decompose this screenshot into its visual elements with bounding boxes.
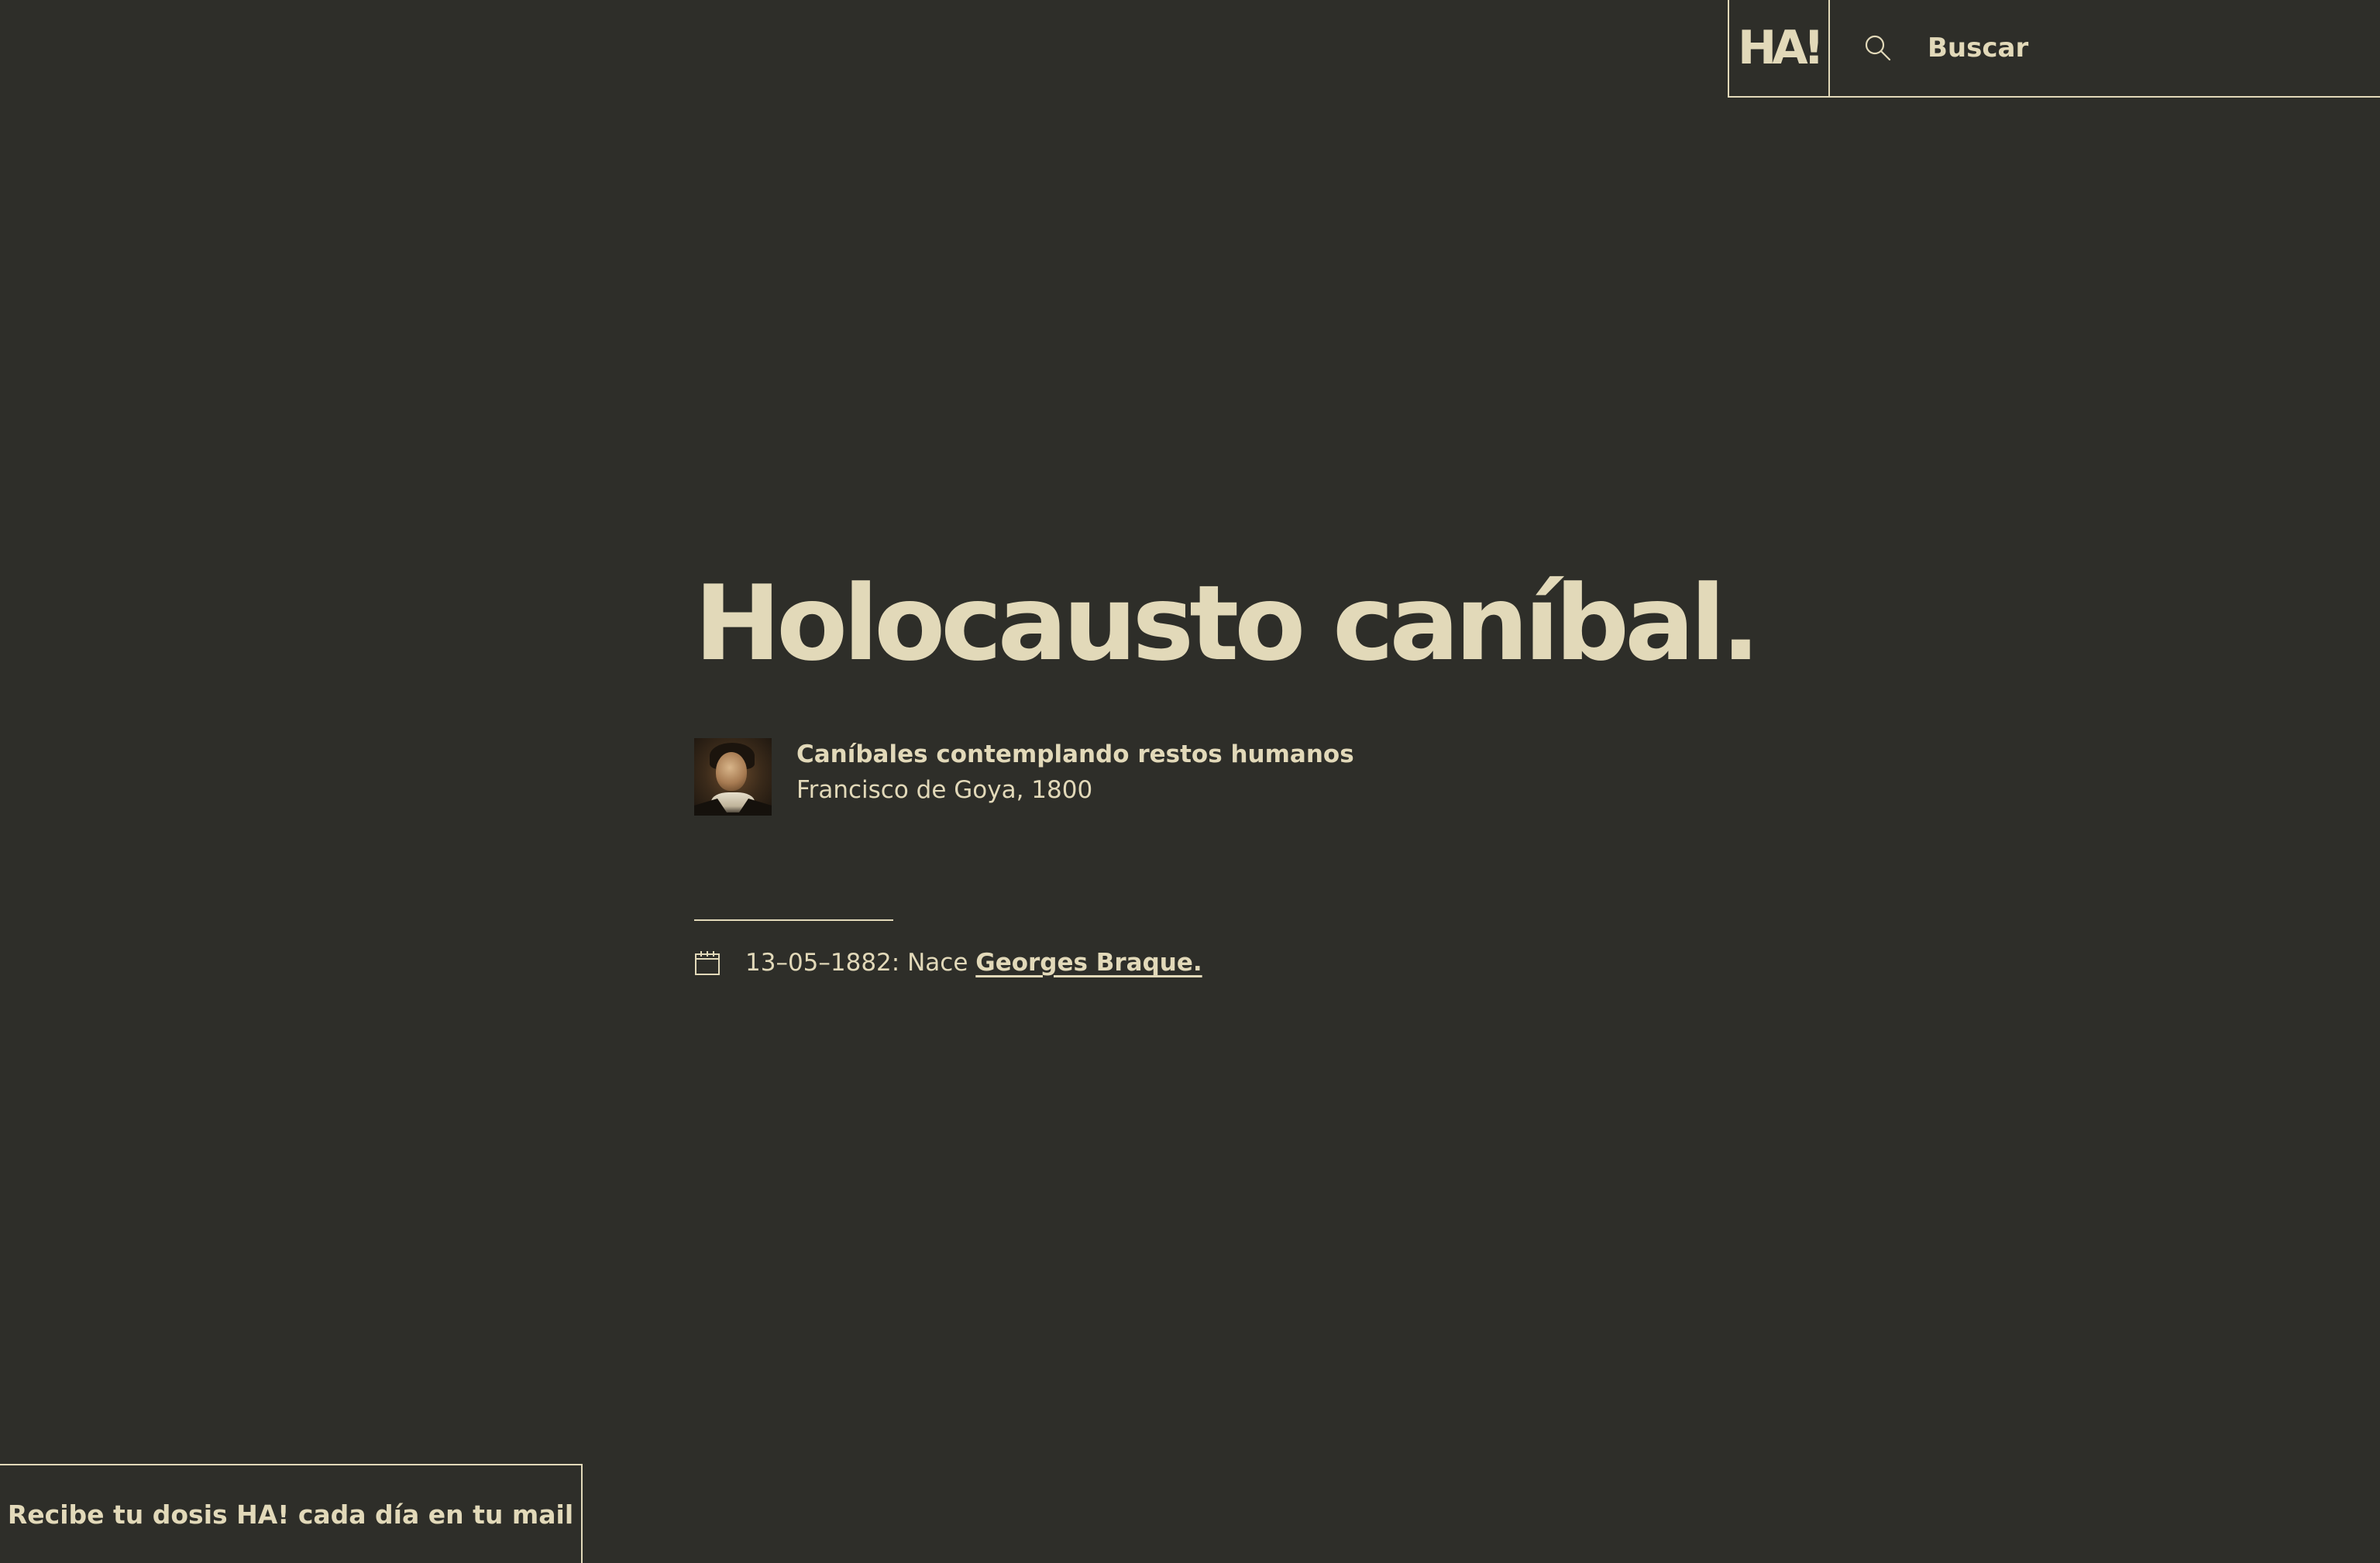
search-icon[interactable] (1862, 33, 1893, 64)
calendar-icon (694, 950, 721, 976)
artwork-info: Caníbales contemplando restos humanos Fr… (694, 738, 1779, 816)
event-date-text: 13–05–1882: Nace (745, 949, 968, 977)
artist-portrait-thumbnail[interactable] (694, 738, 772, 816)
search-label[interactable]: Buscar (1928, 33, 2028, 64)
page-title: Holocausto caníbal. (694, 563, 1760, 684)
top-header: HA! Buscar (1728, 0, 2380, 98)
section-divider (694, 919, 893, 921)
newsletter-button[interactable]: Recibe tu dosis HA! cada día en tu mail (0, 1464, 583, 1563)
artwork-artist-year: Francisco de Goya, 1800 (796, 776, 1093, 804)
event-artist-link[interactable]: Georges Braque. (975, 949, 1202, 977)
artwork-text: Caníbales contemplando restos humanos Fr… (796, 737, 1354, 808)
search-box[interactable]: Buscar (1830, 0, 2380, 96)
main-content: Holocausto caníbal. Caníbales contemplan… (694, 562, 1779, 977)
site-logo[interactable]: HA! (1729, 0, 1830, 96)
date-event: 13–05–1882: Nace Georges Braque. (694, 949, 1779, 977)
artwork-title: Caníbales contemplando restos humanos (796, 740, 1354, 768)
